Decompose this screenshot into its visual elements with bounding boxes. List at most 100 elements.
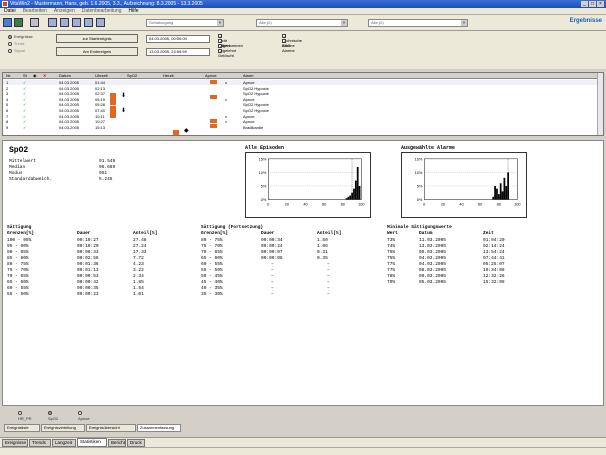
plot-area	[267, 158, 362, 200]
col-status[interactable]: St	[23, 73, 27, 79]
alarm-checkbox-1[interactable]: ✓EKG Alarme	[282, 38, 295, 53]
tab-bericht[interactable]: Bericht	[108, 439, 126, 447]
table-cell: 60 - 55%	[201, 262, 223, 267]
start-event-button[interactable]: zur Startereignis	[56, 34, 138, 43]
table-header: Zeit	[483, 231, 494, 236]
table-row[interactable]: 5 ✓ 04.03.2005 05:28 SpO2 Hypoxie	[3, 102, 599, 107]
stat-value: 96.669	[99, 165, 116, 170]
col-nr[interactable]: Nr.	[6, 73, 11, 79]
table-cell: 00:02:56	[77, 256, 99, 261]
tab-druck[interactable]: Druck	[127, 439, 145, 447]
table-cell: 75 - 70%	[201, 244, 223, 249]
table-cell: 4.23	[133, 262, 144, 267]
filter-combo-2[interactable]: Alle (0) ▼	[368, 19, 468, 27]
cell-nr: 5	[6, 102, 9, 108]
tab-zusammenfassung[interactable]: Zusammenfassung	[137, 424, 181, 432]
histogram-bar	[354, 180, 357, 200]
tab-statistiken[interactable]: Statistiken	[77, 438, 107, 447]
filter-combo-1[interactable]: Alle (0) ▼	[256, 19, 348, 27]
tab-ereignisliste[interactable]: Ereignisliste	[4, 424, 40, 432]
close-button[interactable]: ×	[597, 1, 604, 7]
table-cell: 13.03.2005	[419, 244, 447, 249]
table-cell: 77%	[387, 262, 396, 267]
tab-ereignisse[interactable]: Ereignisse	[2, 439, 28, 447]
date-from-field[interactable]: 04.03.2005, 00:00:00	[146, 35, 210, 43]
save-icon[interactable]	[14, 18, 23, 27]
date-to-field[interactable]: 13.03.2005, 23:59:59	[146, 48, 210, 56]
menu-item-datei[interactable]: Datei	[4, 8, 16, 14]
col-alarm[interactable]: Alarm	[243, 73, 253, 79]
delete-icon[interactable]: ✕	[43, 73, 46, 79]
table-cell: 00:00:08	[261, 256, 283, 261]
radio-ereignisse[interactable]: Ereignisse	[8, 34, 33, 40]
radio-spo2[interactable]: SpO2	[48, 410, 58, 422]
x-tick-label: 20	[441, 201, 445, 206]
menu-item-bearbeiten[interactable]: Bearbeiten	[23, 8, 47, 14]
checkbox-3[interactable]: ✓Gelöscht	[218, 48, 234, 58]
cell-nr: 9	[6, 124, 9, 130]
col-spo2[interactable]: SpO2	[127, 73, 137, 79]
table-header: Dauer	[77, 231, 91, 236]
table-cell: 1.50	[317, 238, 328, 243]
table-cell: –	[327, 262, 330, 267]
tab-ereignisübersicht[interactable]: Ereignisübersicht	[86, 424, 136, 432]
eye-icon[interactable]: ◉	[33, 73, 37, 79]
menu-bar: Datei Bearbeiten Anzeigen Datenbearbeitung H…	[0, 8, 606, 15]
table-cell: 04.03.2005	[419, 262, 447, 267]
last-icon[interactable]	[84, 18, 93, 27]
chart-title-selected: Ausgewählte Alarme	[401, 145, 456, 151]
menu-item-datenbearbeitung[interactable]: Datenbearbeitung	[82, 8, 122, 14]
table-row[interactable]: 3 ✓ 04.03.2005 02:37 SpO2 Hypoxie	[3, 91, 599, 96]
radio-signal[interactable]: Signal	[8, 48, 25, 54]
table-row[interactable]: 6 ✓ 04.03.2005 07:40 SpO2 Hypoxie	[3, 108, 599, 113]
table-cell: 00:00:23	[77, 292, 99, 297]
table-cell: 65 - 60%	[201, 256, 223, 261]
table-row[interactable]: 8 ✓ 04.03.2005 10:27 Apnoe	[3, 119, 599, 124]
radio-trend[interactable]: Trend	[8, 41, 24, 47]
col-heart-rate[interactable]: Herzfr.	[163, 73, 175, 79]
table-title: Sättigung	[7, 225, 32, 230]
maximize-button[interactable]: □	[589, 1, 596, 7]
table-row[interactable]: 9 ✓ 04.03.2005 15:13 Bradikardie	[3, 125, 599, 130]
table-cell: 2.34	[133, 274, 144, 279]
refresh-icon[interactable]	[96, 18, 105, 27]
print-icon[interactable]	[30, 18, 39, 27]
table-row[interactable]: 7 ✓ 04.03.2005 10:11 Apnoe	[3, 114, 599, 119]
tab-langzeit[interactable]: Langzeit	[52, 439, 76, 447]
end-event-button[interactable]: Am Endereignis	[56, 47, 138, 56]
menu-item-anzeigen[interactable]: Anzeigen	[54, 8, 75, 14]
first-icon[interactable]	[48, 18, 57, 27]
table-cell: 00:01:13	[77, 268, 99, 273]
radio-hr_pr[interactable]: HR_PR	[18, 410, 32, 422]
table-header: Grenzen[%]	[201, 231, 229, 236]
view-combo[interactable]: Schlafzugang ▼	[146, 19, 224, 27]
minimize-button[interactable]: _	[581, 1, 588, 7]
col-date[interactable]: Datum	[59, 73, 71, 79]
tab-trends[interactable]: Trends	[29, 439, 51, 447]
heart-rate-marker	[173, 130, 179, 135]
menu-item-hilfe[interactable]: Hilfe	[129, 8, 139, 14]
table-cell: –	[271, 292, 274, 297]
table-cell: 05.03.2005	[419, 250, 447, 255]
status-bar	[0, 447, 606, 455]
table-cell: 77%	[387, 268, 396, 273]
table-row[interactable]: 2 ✓ 04.03.2005 02:13 SpO2 Hypoxie	[3, 86, 599, 91]
cell-date: 04.03.2005	[59, 96, 80, 102]
radio-apnoe[interactable]: Apnoe	[78, 410, 90, 422]
tab-ereignisverteilung[interactable]: Ereignisverteilung	[41, 424, 85, 432]
cell-date: 04.03.2005	[59, 102, 80, 108]
prev-icon[interactable]	[60, 18, 69, 27]
cell-nr: 8	[6, 119, 9, 125]
open-icon[interactable]	[3, 18, 12, 27]
table-scrollbar[interactable]	[597, 73, 603, 135]
col-apnea[interactable]: Apnoe	[205, 73, 217, 79]
table-title: Sättigung (Fortsetzung)	[201, 225, 264, 230]
table-cell: 15:32:08	[483, 280, 505, 285]
col-time[interactable]: Uhrzeit	[95, 73, 108, 79]
table-cell: –	[271, 286, 274, 291]
next-icon[interactable]	[72, 18, 81, 27]
table-row[interactable]: 1 ✓ 04.03.2005 01:44 Apnoe	[3, 80, 599, 85]
table-cell: 13:54:24	[483, 250, 505, 255]
histogram-bar	[496, 188, 498, 200]
table-row[interactable]: 4 ✓ 04.03.2005 05:19 Apnoe	[3, 97, 599, 102]
